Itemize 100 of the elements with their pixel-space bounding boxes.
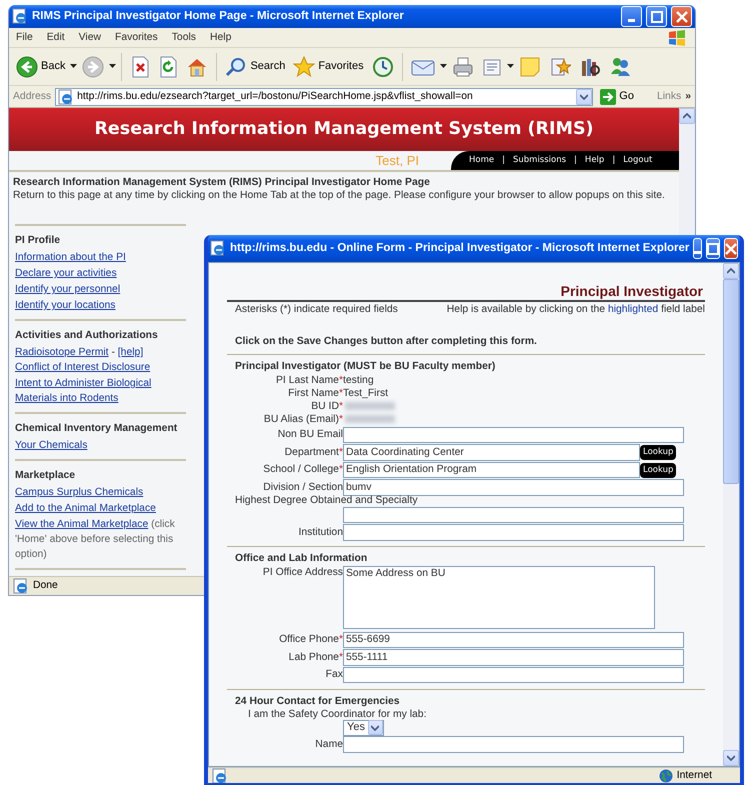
chevron-down-icon: [580, 94, 588, 100]
back-button[interactable]: Back: [13, 54, 68, 80]
status-text: Done: [33, 579, 58, 594]
go-button[interactable]: Go: [597, 86, 637, 107]
sidebar-link[interactable]: Declare your activities: [15, 266, 186, 281]
text-field[interactable]: bumv: [343, 479, 684, 496]
close-icon: [725, 242, 738, 254]
text-field[interactable]: [343, 666, 684, 684]
nav-link[interactable]: Submissions: [512, 154, 566, 167]
section-heading: PI Profile: [15, 234, 62, 248]
menu-item[interactable]: Help: [203, 30, 238, 46]
search-button[interactable]: Search: [222, 54, 288, 80]
menu-item[interactable]: Favorites: [108, 30, 165, 46]
required-mark: *: [338, 652, 343, 663]
dropdown-caret-icon[interactable]: [506, 64, 514, 69]
required-mark: *: [338, 464, 343, 476]
menu-item[interactable]: File: [9, 30, 40, 46]
text-field[interactable]: 555-6699: [343, 632, 684, 648]
sidebar-link[interactable]: Identify your personnel: [15, 282, 186, 297]
text-field[interactable]: [343, 524, 684, 541]
instruction-text: Click on the Save Changes button after completing this form.: [234, 334, 538, 349]
blurred-value: [345, 415, 395, 424]
help-link[interactable]: highlighted: [608, 304, 658, 315]
clock-icon: [372, 56, 394, 78]
chevron-up-icon: [683, 113, 691, 119]
text-field[interactable]: [343, 736, 684, 753]
address-field[interactable]: http://rims.bu.edu/ezsearch?target_url=/bostonu/PiSearchHome.jsp&vflist_showall=on: [55, 88, 594, 106]
maximize-button[interactable]: [646, 6, 667, 27]
nav-separator: |: [574, 154, 577, 167]
sidebar-link[interactable]: Radioisotope Permit: [15, 347, 109, 358]
field-label: Office Phone: [279, 634, 339, 646]
field-label: Highest Degree Obtained and Specialty: [235, 495, 418, 506]
help-link[interactable]: [help]: [118, 347, 144, 358]
sidebar-link[interactable]: Your Chemicals: [15, 438, 186, 453]
minimize-icon: [628, 19, 635, 22]
text-field[interactable]: 555-1111: [343, 649, 684, 666]
menu-item[interactable]: Edit: [40, 30, 72, 46]
menu-item[interactable]: Tools: [164, 30, 203, 46]
nav-link[interactable]: Logout: [623, 154, 652, 167]
field-value: Test_First: [343, 387, 388, 400]
chevron-down-icon: [371, 724, 380, 731]
sidebar-link[interactable]: Add to the Animal Marketplace: [15, 501, 186, 516]
address-label: Address: [13, 90, 52, 104]
section-heading: 24 Hour Contact for Emergencies: [234, 694, 401, 709]
field-label: Department: [284, 446, 339, 458]
scroll-down-button[interactable]: [723, 750, 739, 766]
nav-link[interactable]: Home: [469, 154, 494, 167]
favorites-button[interactable]: Favorites: [290, 54, 367, 80]
text-area-field[interactable]: Some Address on BU: [343, 566, 655, 630]
minimize-icon: [694, 251, 702, 254]
search-icon: [225, 56, 248, 78]
sidebar-link[interactable]: Intent to Administer Biological Materials into Rodents: [15, 376, 186, 406]
arrow-right-icon: [600, 88, 616, 104]
minimize-button[interactable]: [693, 238, 702, 259]
window-title: http://rims.bu.edu - Online Form - Principal Investigator - Microsoft Internet Explorer: [230, 240, 690, 256]
scroll-thumb[interactable]: [723, 279, 739, 484]
text-field[interactable]: [343, 426, 684, 444]
field-label: PI Office Address: [262, 567, 343, 578]
sidebar-link[interactable]: Campus Surplus Chemicals: [15, 485, 186, 500]
lookup-button[interactable]: Lookup: [640, 445, 676, 460]
field-label: BU ID: [311, 401, 339, 412]
dropdown-field[interactable]: Yes: [343, 720, 384, 736]
printer-icon: [452, 56, 474, 78]
lookup-button[interactable]: Lookup: [640, 462, 676, 478]
sidebar-link[interactable]: Identify your locations: [15, 298, 186, 313]
text-field[interactable]: [343, 506, 684, 524]
field-label: BU Alias (Email): [264, 414, 339, 426]
close-icon: [676, 10, 688, 22]
scroll-up-button[interactable]: [679, 108, 695, 124]
required-mark: *: [338, 401, 343, 412]
sidebar-link[interactable]: Conflict of Interest Disclosure: [15, 360, 186, 375]
sticky-note-icon: [518, 56, 541, 78]
windows-flag-icon: [666, 28, 688, 46]
blurred-value: [345, 402, 395, 410]
separator-text: -: [110, 347, 116, 358]
globe-icon: [658, 768, 673, 782]
form-title: Principal Investigator: [227, 283, 705, 302]
required-mark: *: [338, 388, 343, 400]
sidebar-link[interactable]: View the Animal Marketplace: [15, 519, 148, 530]
scroll-up-button[interactable]: [723, 263, 739, 279]
field-label: Institution: [298, 526, 343, 538]
scrollbar[interactable]: [723, 263, 739, 766]
dropdown-caret-icon[interactable]: [440, 64, 447, 69]
nav-link[interactable]: Help: [584, 154, 604, 167]
section-heading: Office and Lab Information: [234, 552, 368, 566]
maximize-icon: [650, 10, 662, 22]
toolbar-overflow-chevron[interactable]: »: [685, 88, 691, 104]
dropdown-caret-icon[interactable]: [70, 64, 78, 69]
minimize-button[interactable]: [621, 6, 642, 27]
link-note: View the Animal Marketplace (click 'Home' above before selecting this option): [15, 518, 176, 562]
maximize-button[interactable]: [706, 238, 720, 259]
required-mark: *: [338, 446, 343, 458]
text-field[interactable]: Data Coordinating Center: [343, 444, 640, 461]
zone-text: Internet: [676, 768, 712, 783]
text-field[interactable]: English Orientation Program: [343, 462, 640, 478]
close-button[interactable]: [671, 6, 692, 27]
menu-item[interactable]: View: [72, 30, 108, 46]
dropdown-caret-icon[interactable]: [109, 64, 116, 69]
sidebar-link[interactable]: Information about the PI: [15, 250, 186, 265]
close-button[interactable]: [724, 238, 738, 259]
